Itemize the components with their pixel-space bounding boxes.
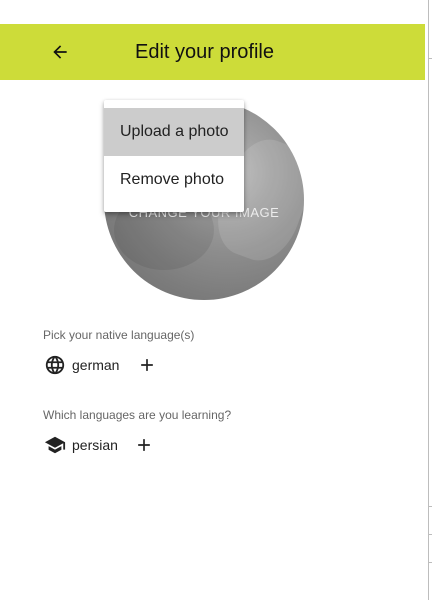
arrow-back-icon bbox=[53, 45, 67, 59]
learning-languages-label: Which languages are you learning? bbox=[43, 408, 232, 422]
menu-item-remove-photo[interactable]: Remove photo bbox=[104, 156, 244, 204]
add-native-language-button[interactable] bbox=[135, 353, 159, 377]
back-button[interactable] bbox=[44, 36, 76, 68]
app-bar: Edit your profile bbox=[0, 24, 425, 80]
photo-menu: Upload a photo Remove photo bbox=[104, 100, 244, 212]
school-icon bbox=[43, 433, 67, 457]
menu-item-upload-photo[interactable]: Upload a photo bbox=[104, 108, 244, 156]
top-strip bbox=[0, 0, 425, 24]
globe-icon bbox=[43, 353, 67, 377]
plus-icon bbox=[138, 439, 150, 451]
plus-icon bbox=[141, 359, 154, 371]
learning-languages-row: persian bbox=[43, 433, 156, 457]
right-divider bbox=[428, 0, 429, 600]
native-languages-row: german bbox=[43, 353, 159, 377]
add-learning-language-button[interactable] bbox=[132, 433, 156, 457]
page-title: Edit your profile bbox=[135, 41, 274, 63]
native-languages-label: Pick your native language(s) bbox=[43, 328, 195, 342]
edit-profile-page: Edit your profile CHANGE YOUR IMAGE Uplo… bbox=[0, 0, 432, 600]
learning-language-item[interactable]: persian bbox=[72, 437, 118, 453]
native-language-item[interactable]: german bbox=[72, 357, 119, 373]
